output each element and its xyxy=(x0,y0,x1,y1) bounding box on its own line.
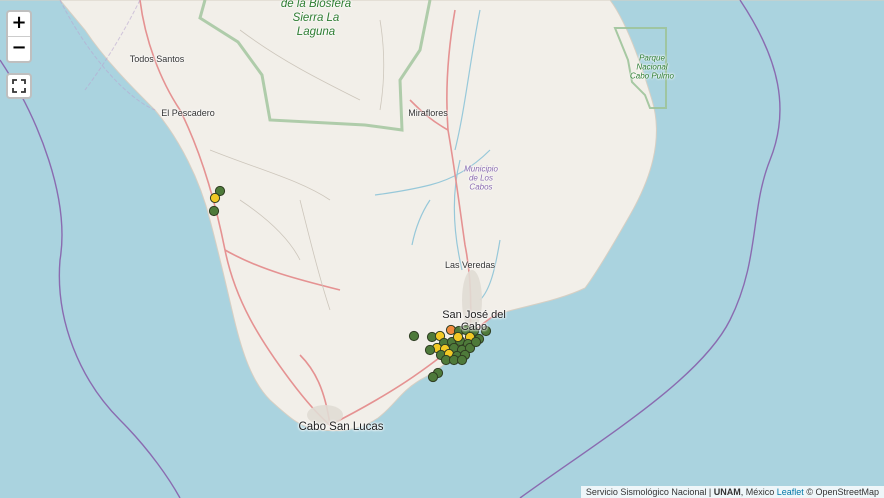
label-las-veredas: Las Veredas xyxy=(444,260,496,270)
earthquake-marker-green[interactable] xyxy=(408,330,420,342)
earthquake-marker-green[interactable] xyxy=(470,336,482,348)
zoom-control: + − xyxy=(6,10,32,63)
earthquake-markers xyxy=(208,185,492,383)
attribution-org: UNAM xyxy=(713,487,741,497)
label-miraflores: Miraflores xyxy=(408,108,448,118)
osm-attribution[interactable]: © OpenStreetMap xyxy=(806,487,879,497)
zoom-in-button[interactable]: + xyxy=(8,12,30,37)
label-todos-santos: Todos Santos xyxy=(129,54,185,64)
label-municipio-los-cabos: Municipio de Los Cabos xyxy=(464,164,498,192)
label-cabo-pulmo-park: Parque Nacional Cabo Pulmo xyxy=(629,53,675,81)
earthquake-marker-green[interactable] xyxy=(456,354,468,366)
map-attribution: Servicio Sismológico Nacional | UNAM, Mé… xyxy=(580,486,884,498)
earthquake-marker-yellow[interactable] xyxy=(452,331,464,343)
attribution-source: Servicio Sismológico Nacional xyxy=(585,487,707,497)
label-cabo-san-lucas: Cabo San Lucas xyxy=(298,421,384,433)
label-biosphere-reserve: de la Biosfera Sierra La Laguna xyxy=(280,0,352,38)
fullscreen-icon xyxy=(12,79,26,93)
label-el-pescadero: El Pescadero xyxy=(161,108,215,118)
leaflet-link[interactable]: Leaflet xyxy=(777,487,804,497)
earthquake-marker-green[interactable] xyxy=(427,371,439,383)
zoom-out-button[interactable]: − xyxy=(8,37,30,61)
label-san-jose-del-cabo: San José del Cabo xyxy=(442,309,506,333)
fullscreen-button[interactable] xyxy=(6,73,32,99)
map-view[interactable]: de la Biosfera Sierra La Laguna Todos Sa… xyxy=(0,0,884,498)
earthquake-marker-green[interactable] xyxy=(208,205,220,217)
earthquake-marker-green[interactable] xyxy=(424,344,436,356)
earthquake-marker-yellow[interactable] xyxy=(209,192,221,204)
